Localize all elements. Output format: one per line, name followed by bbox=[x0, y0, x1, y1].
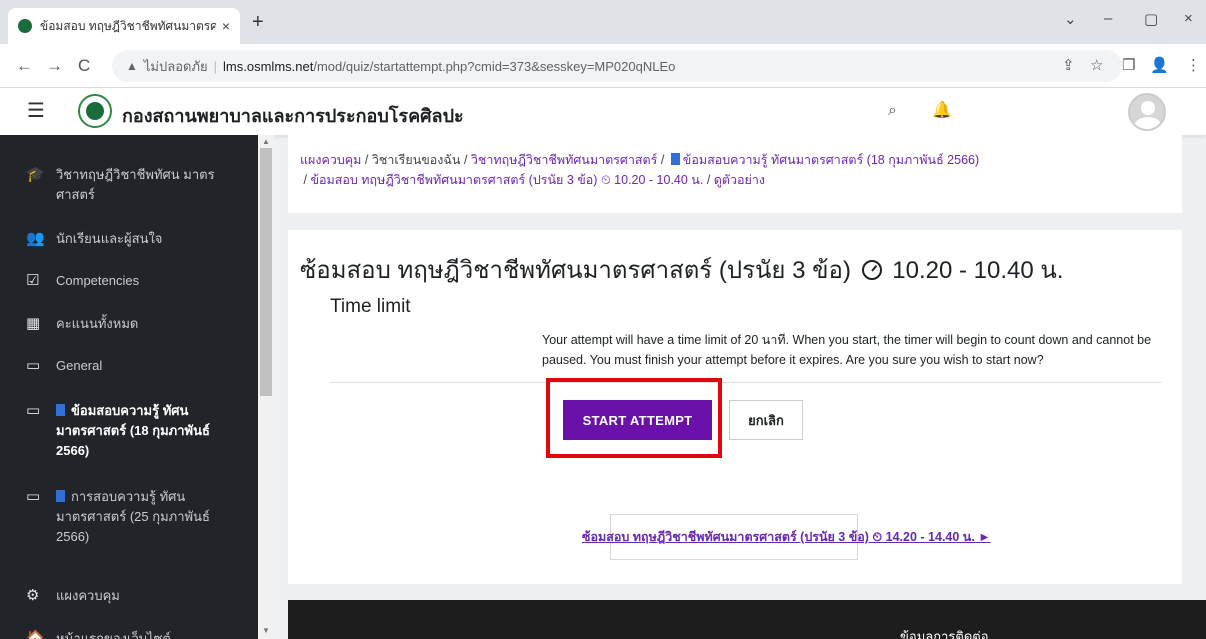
breadcrumb-course[interactable]: วิชาทฤษฎีวิชาชีพทัศนมาตรศาสตร์ bbox=[471, 153, 657, 167]
restore-icon[interactable]: ▢ bbox=[1144, 10, 1158, 28]
browser-tab-bar: ข้อมสอบ ทฤษฎีวิชาชีพทัศนมาตรศาสต... × + … bbox=[0, 0, 1206, 44]
time-limit-heading: Time limit bbox=[330, 296, 411, 317]
site-navbar: ☰ กองสถานพยาบาลและการประกอบโรคศิลปะ ⌕ 🔔 bbox=[0, 88, 1206, 135]
sidebar-item-section-18feb[interactable]: ▭ ข้อมสอบความรู้ ทัศน มาตรศาสตร์ (18 กุม… bbox=[0, 401, 240, 461]
folder-icon: ▭ bbox=[26, 488, 41, 505]
sidebar-item-course[interactable]: 🎓 วิชาทฤษฎีวิชาชีพทัศน มาตรศาสตร์ bbox=[0, 165, 258, 205]
next-activity-link[interactable]: ซ้อมสอบ ทฤษฎีวิชาชีพทัศนมาตรศาสตร์ (ปรนั… bbox=[582, 527, 991, 547]
breadcrumb: แผงควบคุม / วิชาเรียนของฉัน / วิชาทฤษฎีว… bbox=[300, 150, 1170, 190]
sidebar-item-label: หน้าแรกของเว็บไซต์ bbox=[56, 631, 171, 639]
book-icon bbox=[56, 404, 65, 416]
sidebar-item-label: นักเรียนและผู้สนใจ bbox=[56, 231, 163, 246]
folder-icon: ▭ bbox=[26, 357, 41, 374]
tab-search-icon[interactable]: ⌄ bbox=[1064, 10, 1077, 28]
footer-contact-heading: ข้อมูลการติดต่อ bbox=[900, 629, 989, 639]
sidebar-item-competencies[interactable]: ☑ Competencies bbox=[0, 271, 258, 291]
logo-emblem-icon bbox=[86, 102, 104, 120]
sidebar-item-section-25feb[interactable]: ▭ การสอบความรู้ ทัศน มาตรศาสตร์ (25 กุมภ… bbox=[0, 487, 240, 547]
start-attempt-button[interactable]: START ATTEMPT bbox=[563, 400, 712, 440]
breadcrumb-separator: / bbox=[364, 153, 369, 167]
warning-icon: ▲ bbox=[126, 59, 138, 73]
address-bar[interactable]: ▲ ไม่ปลอดภัย | lms.osmlms.net/mod/quiz/s… bbox=[112, 50, 1122, 82]
sidebar-scrollbar-thumb[interactable] bbox=[260, 148, 272, 396]
menu-icon[interactable]: ☰ bbox=[18, 96, 54, 128]
page-title: ซ้อมสอบ ทฤษฎีวิชาชีพทัศนมาตรศาสตร์ (ปรนั… bbox=[300, 250, 1063, 289]
forward-icon[interactable]: → bbox=[46, 56, 63, 76]
breadcrumb-separator: / bbox=[463, 153, 468, 167]
clock-icon bbox=[861, 260, 882, 280]
share-icon[interactable]: ⇪ bbox=[1062, 56, 1075, 74]
sidebar-item-label: วิชาทฤษฎีวิชาชีพทัศน มาตรศาสตร์ bbox=[56, 167, 215, 202]
dashboard-icon: ⚙ bbox=[26, 587, 40, 604]
users-icon: 👥 bbox=[26, 230, 45, 247]
sidebar-item-label: การสอบความรู้ ทัศน มาตรศาสตร์ (25 กุมภาพ… bbox=[56, 489, 210, 544]
sidebar-item-label: ข้อมสอบความรู้ ทัศน มาตรศาสตร์ (18 กุมภา… bbox=[56, 403, 210, 458]
site-logo[interactable] bbox=[78, 94, 112, 128]
bookmark-star-icon[interactable]: ☆ bbox=[1090, 56, 1103, 74]
breadcrumb-dashboard[interactable]: แผงควบคุม bbox=[300, 153, 361, 167]
reload-icon[interactable]: C bbox=[78, 56, 90, 76]
scroll-up-icon[interactable]: ▲ bbox=[262, 137, 270, 146]
search-icon[interactable]: ⌕ bbox=[888, 102, 897, 120]
breadcrumb-separator: / bbox=[303, 173, 307, 187]
page-footer bbox=[288, 600, 1206, 639]
course-sidebar: 🎓 วิชาทฤษฎีวิชาชีพทัศน มาตรศาสตร์ 👥 นักเ… bbox=[0, 135, 258, 639]
breadcrumb-quiz[interactable]: ข้อมสอบ ทฤษฎีวิชาชีพทัศนมาตรศาสตร์ (ปรนั… bbox=[310, 173, 703, 187]
site-name[interactable]: กองสถานพยาบาลและการประกอบโรคศิลปะ bbox=[122, 101, 464, 130]
back-icon[interactable]: ← bbox=[16, 56, 33, 76]
cancel-button[interactable]: ยกเลิก bbox=[729, 400, 803, 440]
avatar[interactable] bbox=[1128, 93, 1166, 131]
url-separator: | bbox=[213, 58, 218, 74]
close-tab-icon[interactable]: × bbox=[222, 18, 230, 34]
book-icon bbox=[670, 153, 680, 165]
browser-tab[interactable]: ข้อมสอบ ทฤษฎีวิชาชีพทัศนมาตรศาสต... × bbox=[8, 8, 240, 44]
table-icon: ▦ bbox=[26, 315, 41, 332]
folder-icon: ▭ bbox=[26, 402, 41, 419]
breadcrumb-my-courses[interactable]: วิชาเรียนของฉัน bbox=[372, 153, 461, 167]
url-path: /mod/quiz/startattempt.php?cmid=373&sess… bbox=[313, 58, 676, 74]
minimize-icon[interactable]: – bbox=[1104, 10, 1112, 27]
home-icon: 🏠 bbox=[26, 630, 45, 639]
sidepanel-icon[interactable]: ❐ bbox=[1122, 56, 1135, 74]
book-icon bbox=[56, 490, 65, 502]
breadcrumb-separator: / bbox=[706, 173, 711, 187]
sidebar-item-dashboard[interactable]: ⚙ แผงควบคุม bbox=[0, 586, 258, 606]
quiz-title-text: ซ้อมสอบ ทฤษฎีวิชาชีพทัศนมาตรศาสตร์ (ปรนั… bbox=[300, 257, 851, 284]
checkbox-icon: ☑ bbox=[26, 272, 40, 289]
bell-icon[interactable]: 🔔 bbox=[932, 100, 952, 120]
sidebar-item-label: แผงควบคุม bbox=[56, 588, 120, 603]
sidebar-item-label: คะแนนทั้งหมด bbox=[56, 316, 139, 331]
tab-title: ข้อมสอบ ทฤษฎีวิชาชีพทัศนมาตรศาสต... bbox=[40, 18, 216, 33]
browser-menu-icon[interactable]: ⋮ bbox=[1186, 56, 1201, 74]
breadcrumb-current[interactable]: ดูตัวอย่าง bbox=[714, 173, 765, 187]
breadcrumb-separator: / bbox=[660, 153, 665, 167]
quiz-title-time: 10.20 - 10.40 น. bbox=[892, 257, 1064, 284]
graduation-cap-icon: 🎓 bbox=[26, 166, 45, 183]
sidebar-item-label: General bbox=[56, 358, 103, 373]
scroll-down-icon[interactable]: ▼ bbox=[262, 626, 270, 635]
sidebar-item-participants[interactable]: 👥 นักเรียนและผู้สนใจ bbox=[0, 229, 258, 249]
sidebar-item-general[interactable]: ▭ General bbox=[0, 356, 258, 376]
close-window-icon[interactable]: × bbox=[1184, 10, 1193, 27]
breadcrumb-section[interactable]: ข้อมสอบความรู้ ทัศนมาตรศาสตร์ (18 กุมภาพ… bbox=[683, 153, 979, 167]
sidebar-item-grades[interactable]: ▦ คะแนนทั้งหมด bbox=[0, 314, 258, 334]
time-limit-text: Your attempt will have a time limit of 2… bbox=[542, 333, 1152, 367]
url-host: lms.osmlms.net bbox=[223, 58, 314, 74]
insecure-label: ไม่ปลอดภัย bbox=[143, 58, 208, 74]
favicon-icon bbox=[18, 19, 32, 33]
sidebar-item-label: Competencies bbox=[56, 273, 140, 288]
new-tab-icon[interactable]: + bbox=[252, 12, 264, 32]
browser-toolbar: ← → C ▲ ไม่ปลอดภัย | lms.osmlms.net/mod/… bbox=[0, 44, 1206, 88]
sidebar-item-site-home[interactable]: 🏠 หน้าแรกของเว็บไซต์ bbox=[0, 629, 258, 639]
profile-icon[interactable]: 👤 bbox=[1150, 56, 1169, 74]
divider bbox=[330, 382, 1162, 383]
